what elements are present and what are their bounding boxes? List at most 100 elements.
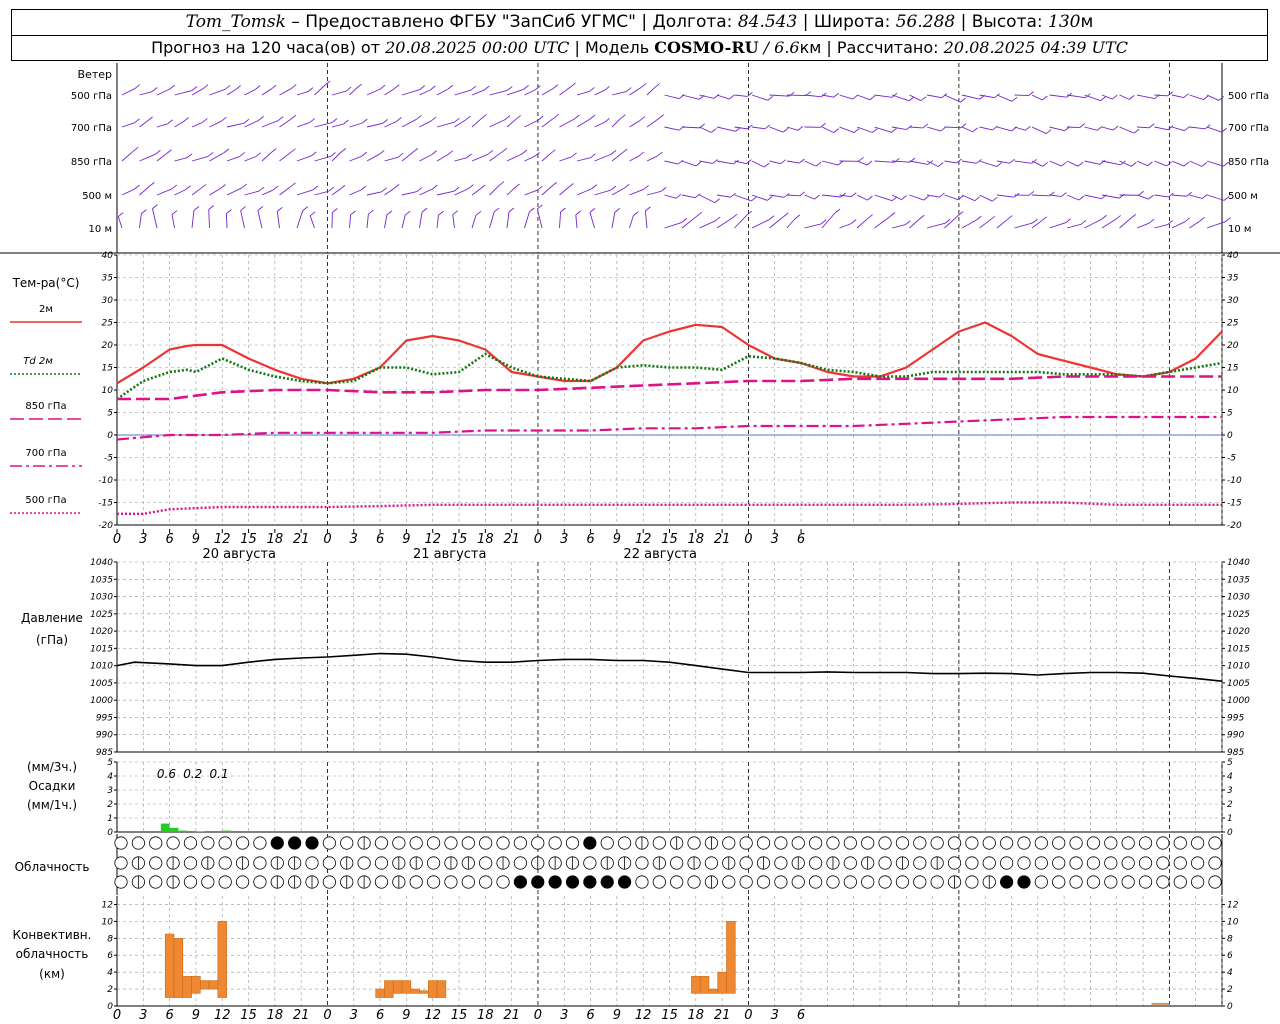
wind-barb-feather — [447, 84, 454, 90]
x-tick-label: 3 — [560, 532, 568, 547]
cloud-symbol — [739, 875, 753, 889]
temp-tick-label-right: 10 — [1227, 386, 1239, 396]
wind-barb-feather — [918, 214, 925, 220]
wind-barb-feather — [1167, 220, 1173, 225]
conv-tick-label-left: 10 — [102, 917, 114, 927]
cloud-symbol — [114, 856, 128, 870]
wind-barb-feather — [343, 119, 349, 125]
wind-barb-feather — [614, 208, 621, 213]
wind-barb-feather — [768, 215, 775, 221]
cloud-symbol — [687, 836, 701, 850]
wind-barb — [944, 194, 959, 201]
wind-barb — [191, 155, 209, 162]
wind-barb-feather — [782, 212, 789, 218]
press-tick-label-left: 1005 — [90, 679, 113, 689]
wind-barb-feather — [171, 184, 178, 190]
wind-barb — [1171, 221, 1185, 229]
wind-barb-feather — [867, 195, 873, 201]
cloud-symbol — [131, 836, 145, 850]
wind-barb — [716, 217, 733, 229]
wind-barb — [261, 120, 279, 128]
cloud-symbol — [895, 836, 910, 850]
wind-barb — [629, 188, 644, 196]
wind-barb — [589, 212, 595, 229]
wind-barb-feather — [820, 219, 827, 225]
wind-barb — [926, 94, 942, 99]
wind-barb — [331, 123, 344, 128]
x-tick-label: 0 — [323, 532, 331, 547]
wind-barb — [699, 160, 713, 164]
wind-barb — [506, 211, 510, 229]
wind-barb — [471, 117, 482, 128]
wind-barb — [1101, 219, 1116, 229]
conv-tick-label-right: 10 — [1227, 917, 1239, 927]
wind-barb — [541, 88, 554, 96]
cloud-symbol — [288, 836, 302, 850]
wind-barb — [384, 214, 388, 229]
cloud-symbol — [1034, 875, 1048, 889]
wind-barb-feather — [1011, 96, 1018, 102]
wind-barb — [804, 160, 817, 167]
wind-barb-feather — [185, 185, 191, 191]
wind-barb — [1171, 126, 1185, 132]
cloud-symbol — [670, 875, 684, 889]
wind-barb — [419, 89, 431, 96]
wind-barb — [401, 118, 417, 128]
wind-barb — [524, 89, 536, 96]
wind-barb — [541, 117, 555, 128]
wind-barb-feather — [207, 152, 214, 157]
day-label: 22 августа — [623, 547, 697, 562]
cloud-symbol — [774, 836, 788, 850]
cloud-symbol — [913, 856, 927, 870]
x-tick-label-bottom: 12 — [214, 1008, 231, 1023]
wind-barb-feather — [975, 215, 982, 221]
press-tick-label-right: 1025 — [1227, 610, 1250, 620]
wind-barb — [926, 194, 940, 198]
wind-barb-feather — [1006, 215, 1013, 220]
wind-barb-feather — [345, 86, 352, 92]
wind-barb-feather — [901, 195, 907, 200]
wind-barb — [1031, 160, 1043, 167]
x-tick-label: 3 — [350, 532, 358, 547]
left-labels: Тем-ра(°C) 2м Td 2м 850 гПа 700 гПа 500 гПа Да… — [10, 276, 91, 981]
wind-barb — [309, 215, 315, 229]
wind-barb-feather — [277, 207, 283, 212]
wind-barb-feather — [132, 146, 139, 152]
temp-tick-label-right: 40 — [1227, 251, 1239, 261]
cloud-symbol — [322, 856, 336, 870]
wind-barb-feather — [833, 128, 840, 134]
cloud-symbol — [235, 875, 250, 889]
wind-barb — [856, 94, 871, 101]
wind-barb-feather — [356, 83, 362, 89]
wind-barb-feather — [694, 193, 701, 199]
wind-barb — [1031, 194, 1050, 197]
x-tick-label: 3 — [771, 532, 779, 547]
wind-barb-feather — [537, 185, 543, 191]
wind-barb — [401, 191, 418, 196]
conv-bar — [699, 976, 710, 994]
wind-barb-feather — [223, 148, 230, 154]
wind-barb — [261, 88, 272, 96]
wind-barb — [349, 87, 357, 96]
wind-barb-feather — [270, 84, 277, 90]
wind-barb-feather — [815, 161, 822, 167]
x-tick-label: 21 — [714, 532, 731, 547]
wind-barb — [156, 188, 172, 196]
wind-barb-feather — [621, 148, 628, 154]
wind-barb-feather — [421, 207, 428, 213]
temp-tick-label-right: 15 — [1227, 364, 1239, 374]
wind-barb — [489, 89, 508, 96]
wind-barb-feather — [940, 126, 947, 132]
wind-barb — [786, 194, 800, 197]
wind-barb — [821, 126, 835, 134]
wind-barb-feather — [270, 148, 277, 153]
wind-barb-feather — [470, 85, 477, 91]
precip-annotation: 0.6 — [157, 767, 176, 781]
wind-barb-feather — [1065, 218, 1071, 224]
wind-barb-feather — [937, 162, 944, 167]
wind-barb — [769, 126, 784, 133]
precip-bar — [195, 831, 205, 832]
temp-legend-label: 500 гПа — [25, 495, 66, 506]
cloud-symbol — [1052, 856, 1066, 870]
wind-barb — [1189, 126, 1206, 130]
